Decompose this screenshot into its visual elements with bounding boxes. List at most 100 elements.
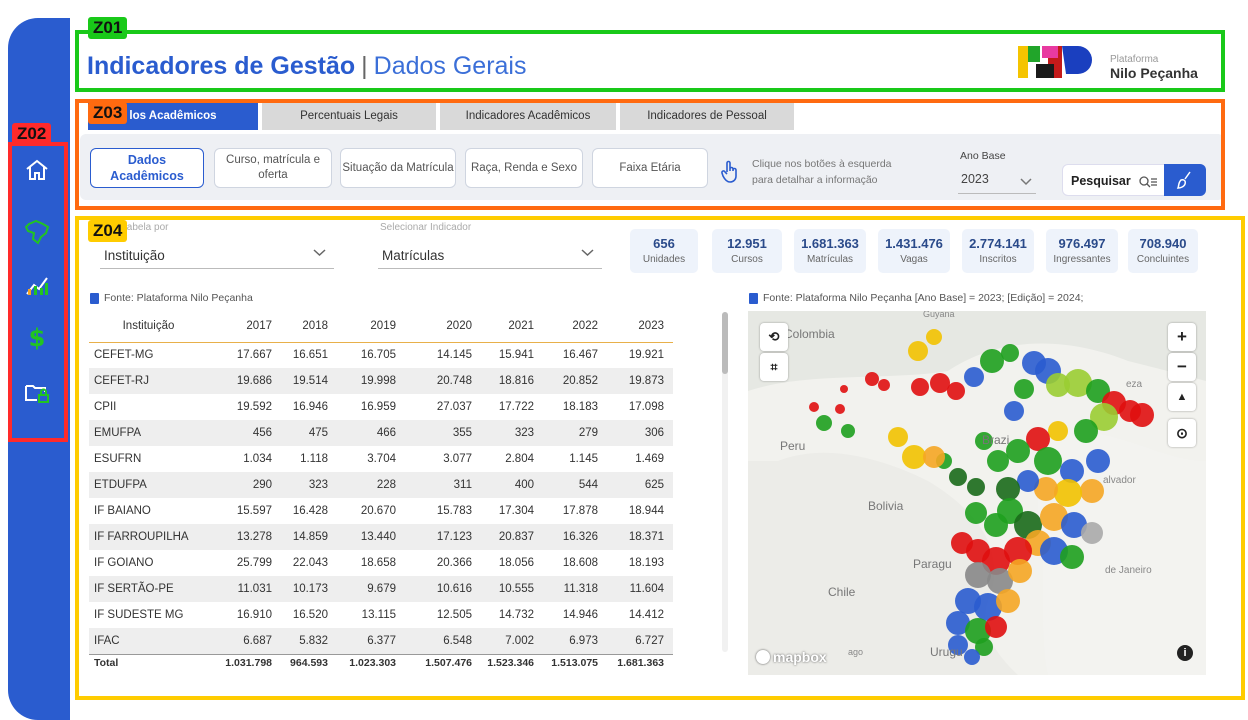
- map-point[interactable]: [980, 349, 1004, 373]
- map-point[interactable]: [1081, 522, 1103, 544]
- map-point[interactable]: [965, 562, 991, 588]
- brazil-map-icon[interactable]: [22, 217, 52, 247]
- map-point[interactable]: [1086, 449, 1110, 473]
- map-point[interactable]: [996, 477, 1020, 501]
- map-point[interactable]: [865, 372, 879, 386]
- map-point[interactable]: [1014, 379, 1034, 399]
- map-point[interactable]: [1004, 401, 1024, 421]
- subtab-curso-matricula[interactable]: Curso, matrícula e oferta: [214, 148, 332, 188]
- map-point[interactable]: [1008, 559, 1032, 583]
- map-point[interactable]: [965, 502, 987, 524]
- table-by-select[interactable]: Instituição: [100, 243, 334, 269]
- table-row[interactable]: ETDUFPA 290 323 228 311 400 544 625: [89, 472, 673, 498]
- column-header[interactable]: 2022: [543, 310, 607, 343]
- table-row[interactable]: CEFET-RJ 19.686 19.514 19.998 20.748 18.816 20…: [89, 368, 673, 394]
- dollar-icon[interactable]: $: [22, 323, 52, 353]
- map-point[interactable]: [930, 373, 950, 393]
- column-header[interactable]: Instituição: [89, 310, 217, 343]
- folder-lock-icon[interactable]: [22, 378, 52, 408]
- map-point[interactable]: [923, 446, 945, 468]
- column-header[interactable]: 2023: [607, 310, 673, 343]
- map-point[interactable]: [888, 427, 908, 447]
- table-row[interactable]: IFAC 6.687 5.832 6.377 6.548 7.002 6.973 6.727: [89, 628, 673, 654]
- map-point[interactable]: [987, 450, 1009, 472]
- map-point[interactable]: [816, 415, 832, 431]
- search-location-button[interactable]: ⊙: [1168, 419, 1196, 447]
- map-point[interactable]: [1074, 419, 1098, 443]
- tab-indicadores-academicos[interactable]: Indicadores Acadêmicos: [440, 102, 616, 130]
- map-point[interactable]: [964, 367, 984, 387]
- indicator-select[interactable]: Matrículas: [378, 243, 602, 269]
- map-point[interactable]: [809, 402, 819, 412]
- map-point[interactable]: [964, 649, 980, 665]
- map[interactable]: Colombia Guyana Peru Brazi Bolivia Parag…: [748, 311, 1206, 675]
- zoom-out-button[interactable]: −: [1168, 353, 1196, 381]
- chevron-down-icon: [581, 249, 594, 257]
- map-point[interactable]: [1060, 459, 1084, 483]
- map-point[interactable]: [967, 478, 985, 496]
- map-point[interactable]: [902, 445, 926, 469]
- info-button[interactable]: i: [1177, 645, 1193, 661]
- lasso-select-button[interactable]: ⟲: [760, 323, 788, 351]
- map-point[interactable]: [1130, 403, 1154, 427]
- table-row[interactable]: IF SUDESTE MG 16.910 16.520 13.115 12.505 14.…: [89, 602, 673, 628]
- map-point[interactable]: [1034, 447, 1062, 475]
- map-point[interactable]: [1048, 421, 1068, 441]
- row-value: 355: [405, 420, 481, 446]
- map-point[interactable]: [841, 424, 855, 438]
- map-point[interactable]: [1001, 344, 1019, 362]
- chart-icon[interactable]: [22, 270, 52, 300]
- table-row[interactable]: ESUFRN 1.034 1.118 3.704 3.077 2.804 1.145 1.46…: [89, 446, 673, 472]
- row-value: 16.467: [562, 349, 598, 362]
- zoom-in-button[interactable]: +: [1168, 323, 1196, 351]
- compass-button[interactable]: ▲: [1168, 383, 1196, 411]
- column-header[interactable]: 2021: [481, 310, 543, 343]
- tab-indicadores-pessoal[interactable]: Indicadores de Pessoal: [620, 102, 794, 130]
- column-header[interactable]: 2018: [281, 310, 337, 343]
- map-point[interactable]: [926, 329, 942, 345]
- home-icon[interactable]: [22, 155, 52, 185]
- map-point[interactable]: [835, 404, 845, 414]
- row-value: 13.440: [337, 524, 405, 550]
- map-point[interactable]: [1006, 439, 1030, 463]
- map-point[interactable]: [951, 532, 973, 554]
- bookmark-icon: [90, 292, 99, 304]
- subtab-faixa-etaria[interactable]: Faixa Etária: [592, 148, 708, 188]
- clear-filters-button[interactable]: [1164, 164, 1206, 196]
- column-header[interactable]: 2020: [405, 310, 481, 343]
- search-button[interactable]: Pesquisar: [1071, 174, 1158, 189]
- map-point[interactable]: [1054, 479, 1082, 507]
- rect-select-button[interactable]: ⌗: [760, 353, 788, 381]
- map-point[interactable]: [908, 341, 928, 361]
- map-point[interactable]: [949, 468, 967, 486]
- subtab-dados-academicos[interactable]: Dados Acadêmicos: [90, 148, 204, 188]
- table-row[interactable]: CPII 19.592 16.946 16.959 27.037 17.722 18.183…: [89, 394, 673, 420]
- column-header[interactable]: 2019: [337, 310, 405, 343]
- subtab-situacao-matricula[interactable]: Situação da Matrícula: [340, 148, 456, 188]
- table-row[interactable]: EMUFPA 456 475 466 355 323 279 306: [89, 420, 673, 446]
- map-point[interactable]: [947, 382, 965, 400]
- tab-percentuais-legais[interactable]: Percentuais Legais: [262, 102, 436, 130]
- row-value: 16.428: [292, 505, 328, 517]
- table-row[interactable]: IF BAIANO 15.597 16.428 20.670 15.783 17.304 1…: [89, 498, 673, 524]
- table-row[interactable]: IF SERTÃO-PE 11.031 10.173 9.679 10.616 10.55…: [89, 576, 673, 602]
- row-value: 1.034: [243, 453, 272, 465]
- table-row[interactable]: CEFET-MG 17.667 16.651 16.705 14.145 15.941 16…: [89, 342, 673, 368]
- map-point[interactable]: [1080, 479, 1104, 503]
- map-point[interactable]: [878, 379, 890, 391]
- map-point[interactable]: [840, 385, 848, 393]
- row-value: 13.278: [217, 524, 281, 550]
- table-scrollbar[interactable]: [722, 312, 728, 374]
- map-point[interactable]: [996, 589, 1020, 613]
- row-value: 475: [281, 420, 337, 446]
- map-point[interactable]: [911, 378, 929, 396]
- map-point[interactable]: [1060, 545, 1084, 569]
- table-row[interactable]: IF FARROUPILHA 13.278 14.859 13.440 17.123 20…: [89, 524, 673, 550]
- map-point[interactable]: [985, 616, 1007, 638]
- ano-base-select[interactable]: 2023: [958, 172, 1036, 194]
- indicator-label: Selecionar Indicador: [380, 222, 472, 233]
- subtab-raca-renda-sexo[interactable]: Raça, Renda e Sexo: [465, 148, 583, 188]
- table-row[interactable]: IF GOIANO 25.799 22.043 18.658 20.366 18.056 1…: [89, 550, 673, 576]
- column-header[interactable]: 2017: [217, 310, 281, 343]
- map-point[interactable]: [1017, 470, 1039, 492]
